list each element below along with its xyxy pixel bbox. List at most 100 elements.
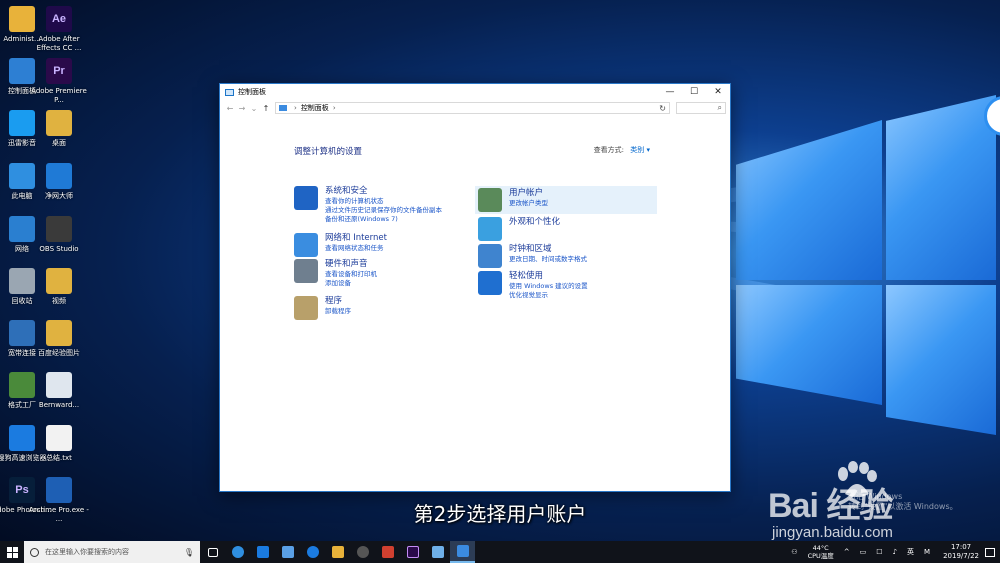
desktop-icon[interactable]: 视频: [37, 268, 81, 306]
recent-dropdown-icon[interactable]: ⌄: [248, 104, 260, 113]
category-icon[interactable]: [478, 188, 502, 212]
category-icon[interactable]: [478, 271, 502, 295]
desktop-app-icon: [46, 372, 72, 398]
title-bar[interactable]: 控制面板 — ☐ ✕: [220, 84, 730, 100]
battery-icon[interactable]: ▭: [860, 548, 867, 556]
window-title: 控制面板: [238, 88, 266, 96]
clock[interactable]: 17:07 2019/7/22: [943, 543, 979, 561]
category-categories_right-3: 轻松使用 使用 Windows 建议的设置 优化视觉显示: [478, 271, 588, 300]
view-by: 查看方式: 类别 ▾: [594, 145, 650, 155]
category-link[interactable]: 查看网络状态和任务: [325, 244, 387, 253]
category-link[interactable]: 备份和还原(Windows 7): [325, 215, 442, 224]
category-link[interactable]: 通过文件历史记录保存你的文件备份副本: [325, 206, 442, 215]
category-categories_right-1: 外观和个性化: [478, 217, 560, 241]
category-title[interactable]: 系统和安全: [325, 186, 442, 197]
breadcrumb-chevron-icon[interactable]: ›: [333, 104, 336, 112]
category-title[interactable]: 外观和个性化: [509, 217, 560, 228]
desktop-app-icon: [9, 110, 35, 136]
start-button[interactable]: [0, 541, 24, 563]
desktop-icon[interactable]: Bernward...: [37, 372, 81, 410]
desktop-icon[interactable]: Ae Adobe After Effects CC ...: [37, 6, 81, 53]
category-categories_left-3: 程序 卸载程序: [294, 296, 351, 320]
subtitle-caption: 第2步选择用户账户: [413, 502, 587, 526]
category-title[interactable]: 时钟和区域: [509, 244, 587, 255]
obs-studio-icon[interactable]: [350, 541, 375, 563]
view-by-label: 查看方式:: [593, 146, 625, 154]
back-icon[interactable]: ←: [224, 104, 236, 113]
category-link[interactable]: 更改帐户类型: [509, 199, 548, 208]
desktop-icon[interactable]: Pr Adobe Premiere P...: [31, 58, 87, 105]
person-icon[interactable]: ⚇: [791, 548, 797, 556]
close-button[interactable]: ✕: [706, 87, 730, 97]
category-title[interactable]: 网络和 Internet: [325, 233, 387, 244]
edge-browser-icon[interactable]: [225, 541, 250, 563]
category-title[interactable]: 程序: [325, 296, 351, 307]
clock-date: 2019/7/22: [943, 552, 979, 560]
forward-icon[interactable]: →: [236, 104, 248, 113]
category-categories_right-0: 用户帐户 更改帐户类型: [478, 188, 548, 212]
address-row: ← → ⌄ ↑ › 控制面板 › ↻ ⌕: [220, 100, 730, 116]
windows-logo-icon: [6, 546, 18, 558]
cpu-temp-widget[interactable]: 44°C CPU温度: [808, 544, 834, 560]
file-explorer-icon[interactable]: [325, 541, 350, 563]
search-icon: [30, 547, 39, 557]
address-bar[interactable]: › 控制面板 › ↻: [275, 102, 670, 114]
category-link[interactable]: 更改日期、时间或数字格式: [509, 255, 587, 264]
input-method-icon[interactable]: M: [924, 548, 930, 556]
category-link[interactable]: 优化视觉显示: [509, 291, 588, 300]
refresh-icon[interactable]: ↻: [659, 104, 666, 113]
network-icon[interactable]: ☐: [876, 548, 882, 556]
up-icon[interactable]: ↑: [260, 104, 272, 113]
desktop-icon[interactable]: 净网大师: [37, 163, 81, 201]
task-view-icon[interactable]: [200, 541, 225, 563]
desktop-app-icon: Pr: [46, 58, 72, 84]
category-title[interactable]: 轻松使用: [509, 271, 588, 282]
category-title[interactable]: 硬件和声音: [325, 259, 377, 270]
category-link[interactable]: 添加设备: [325, 279, 377, 288]
format-factory-icon[interactable]: [375, 541, 400, 563]
desktop-app-icon: [46, 216, 72, 242]
network-app-icon[interactable]: [275, 541, 300, 563]
desktop-icon[interactable]: 总结.txt: [37, 425, 81, 463]
desktop-app-icon: [46, 320, 72, 346]
category-icon[interactable]: [478, 217, 502, 241]
volume-icon[interactable]: ♪: [893, 548, 897, 556]
desktop-icon[interactable]: OBS Studio: [37, 216, 81, 254]
desktop-icon-label: Adobe Premiere P...: [31, 87, 87, 104]
notification-center-icon[interactable]: [985, 547, 995, 557]
category-icon[interactable]: [294, 186, 318, 210]
sogou-browser-icon[interactable]: [300, 541, 325, 563]
app-window-icon[interactable]: [425, 541, 450, 563]
desktop-icon-label: 总结.txt: [46, 454, 72, 462]
category-icon[interactable]: [294, 296, 318, 320]
category-icon[interactable]: [294, 259, 318, 283]
category-link[interactable]: 查看你的计算机状态: [325, 197, 442, 206]
breadcrumb-chevron-icon[interactable]: ›: [294, 104, 297, 112]
view-by-dropdown[interactable]: 类别 ▾: [630, 146, 650, 154]
category-link[interactable]: 卸载程序: [325, 307, 351, 316]
desktop-icon-label: Adobe After Effects CC ...: [36, 35, 82, 52]
app-taskbar-icon[interactable]: [250, 541, 275, 563]
category-icon[interactable]: [478, 244, 502, 268]
category-title[interactable]: 用户帐户: [509, 188, 548, 199]
ime-indicator[interactable]: 英: [907, 547, 914, 557]
search-input[interactable]: ⌕: [676, 102, 726, 114]
maximize-button[interactable]: ☐: [682, 87, 706, 97]
control-panel-taskbar-icon[interactable]: [450, 541, 475, 563]
desktop-app-icon: [9, 372, 35, 398]
show-hidden-icons[interactable]: ^: [844, 548, 850, 556]
breadcrumb-control-panel[interactable]: 控制面板: [301, 103, 329, 113]
microphone-icon[interactable]: 🎙: [184, 548, 194, 557]
desktop-icon[interactable]: 百度经验图片: [37, 320, 81, 358]
taskbar-search-input[interactable]: 在这里输入你要搜索的内容 🎙: [24, 541, 200, 563]
desktop-app-icon: [9, 163, 35, 189]
desktop-icon[interactable]: 桌面: [37, 110, 81, 148]
category-icon[interactable]: [294, 233, 318, 257]
category-link[interactable]: 使用 Windows 建议的设置: [509, 282, 588, 291]
premiere-icon[interactable]: [400, 541, 425, 563]
desktop-icon-label: 桌面: [52, 139, 66, 147]
control-panel-icon: [225, 88, 234, 96]
desktop-app-icon: [9, 320, 35, 346]
category-link[interactable]: 查看设备和打印机: [325, 270, 377, 279]
minimize-button[interactable]: —: [658, 87, 682, 97]
